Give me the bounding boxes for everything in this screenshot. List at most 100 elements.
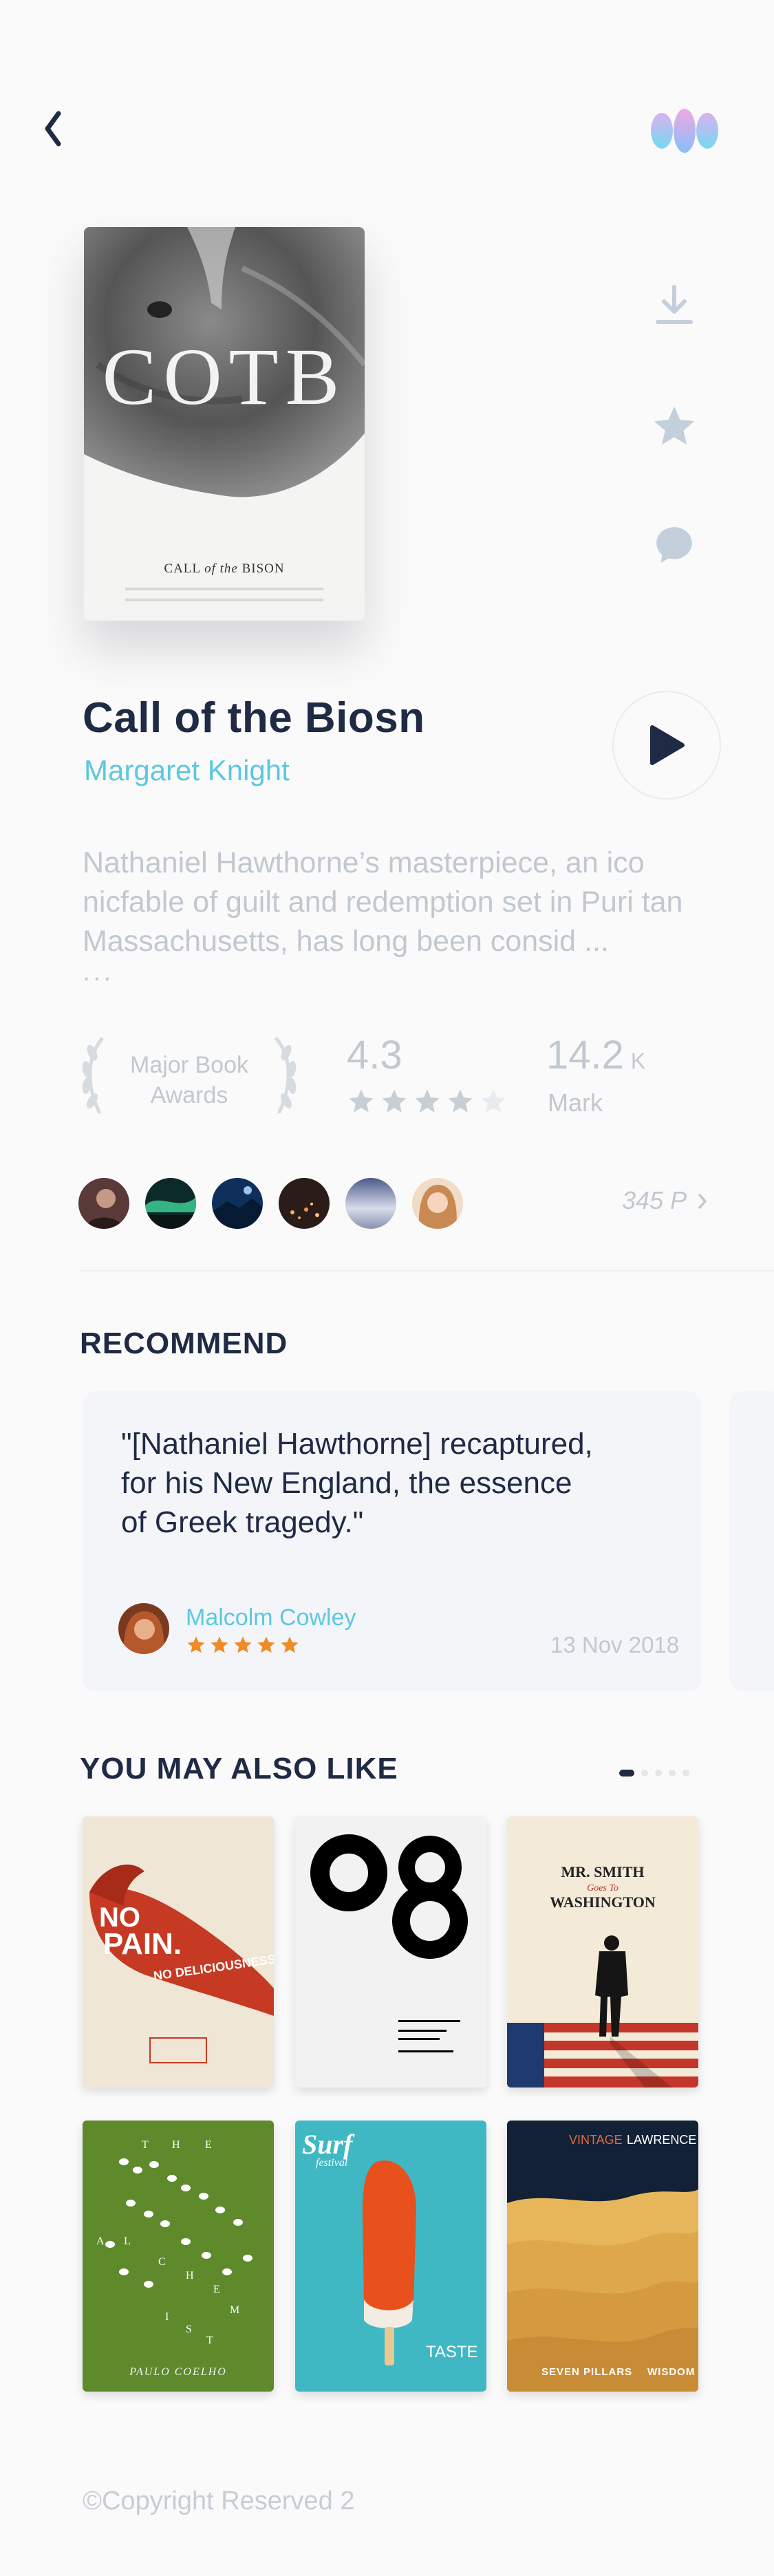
recommend-card-next[interactable] — [729, 1391, 774, 1691]
cover-subtitle-call: CALL — [164, 561, 201, 576]
chevron-left-icon — [45, 111, 61, 147]
recommend-quote-line: of Greek tragedy." — [121, 1505, 364, 1539]
carousel-pager[interactable] — [619, 1770, 689, 1777]
cover-subtitle-bison: BISON — [241, 561, 285, 576]
star-icon — [448, 1089, 473, 1113]
svg-text:E: E — [205, 2139, 212, 2151]
cover-text: VINTAGE — [569, 2133, 623, 2147]
star-icon — [382, 1089, 407, 1113]
reader-avatar[interactable] — [412, 1178, 463, 1229]
book-card[interactable]: VINTAGE LAWRENCE SEVEN PILLARS WISDOM — [507, 2121, 698, 2392]
book-description: Nathaniel Hawthorne’s masterpiece, an ic… — [83, 846, 683, 958]
cover-text: WASHINGTON — [550, 1893, 656, 1911]
recommend-title: RECOMMEND — [80, 1327, 288, 1360]
svg-text:E: E — [213, 2284, 220, 2295]
book-card[interactable]: Surf festival TASTE — [295, 2121, 486, 2392]
reader-avatar[interactable] — [78, 1178, 129, 1229]
comment-button[interactable] — [647, 517, 702, 572]
svg-text:C: C — [158, 2256, 166, 2268]
book-card[interactable]: NO PAIN. NO DELICIOUSNESS — [83, 1816, 274, 2087]
laurel-right-icon — [275, 1037, 297, 1114]
mark-label: Mark — [548, 1088, 603, 1117]
reviewer-avatar[interactable] — [118, 1603, 169, 1654]
star-icon — [257, 1636, 275, 1653]
award-label-line1: Major Book — [130, 1052, 248, 1078]
book-cover: COTB CALL of the BISON — [84, 227, 365, 621]
book-title: Call of the Biosn — [83, 694, 425, 742]
svg-text:H: H — [172, 2139, 180, 2151]
laurel-left-icon — [82, 1037, 104, 1114]
award-label-line2: Awards — [150, 1082, 228, 1108]
favorite-button[interactable] — [647, 399, 702, 454]
book-card[interactable]: MR. SMITH Goes To WASHINGTON — [507, 1816, 698, 2087]
svg-text:T: T — [142, 2139, 149, 2151]
book-card[interactable]: THE ALC HEM IST PAULO COELHO — [83, 2121, 274, 2392]
svg-text:M: M — [230, 2304, 239, 2316]
reviewer-name[interactable]: Malcolm Cowley — [186, 1604, 356, 1631]
star-icon — [481, 1089, 506, 1113]
reader-avatar[interactable] — [345, 1178, 396, 1229]
star-icon — [349, 1089, 374, 1113]
chevron-right-icon — [698, 1194, 707, 1209]
cover-text: WISDOM — [647, 2366, 695, 2378]
cover-text: SEVEN PILLARS — [541, 2366, 632, 2378]
star-icon — [415, 1089, 440, 1113]
star-icon — [211, 1636, 228, 1653]
svg-text:H: H — [186, 2270, 194, 2282]
pager-dot[interactable] — [682, 1770, 689, 1777]
recommend-quote-line: "[Nathaniel Hawthorne] recaptured, — [121, 1427, 593, 1461]
star-icon — [187, 1636, 205, 1653]
reader-avatar[interactable] — [145, 1178, 196, 1229]
recommend-quote: "[Nathaniel Hawthorne] recaptured, for h… — [121, 1424, 658, 1542]
pages-link[interactable]: 345 P — [622, 1186, 708, 1215]
svg-text:I: I — [165, 2311, 169, 2323]
mark-value: 14.2 K — [546, 1032, 645, 1078]
pager-dot[interactable] — [655, 1770, 662, 1777]
rating-value: 4.3 — [347, 1033, 402, 1077]
mark-value-number: 14.2 — [546, 1033, 624, 1077]
mark-value-unit: K — [630, 1049, 646, 1073]
play-icon — [650, 725, 685, 765]
star-icon — [234, 1636, 252, 1653]
read-more-button[interactable]: ... — [83, 956, 114, 987]
cover-text: MR. SMITH — [561, 1863, 645, 1880]
pager-dot[interactable] — [641, 1770, 648, 1777]
cover-subtitle-of: of the — [204, 561, 238, 576]
cover-text: PAULO COELHO — [129, 2366, 227, 2378]
cover-text: TASTE — [426, 2343, 478, 2361]
reader-avatar[interactable] — [212, 1178, 263, 1229]
comment-icon — [656, 527, 692, 563]
award-label: Major Book Awards — [117, 1050, 261, 1110]
copyright: ©Copyright Reserved 2 — [83, 2487, 355, 2515]
cover-subtitle: CALL of the BISON — [84, 561, 365, 577]
star-icon — [281, 1636, 299, 1653]
cover-text: Surf — [302, 2129, 355, 2160]
pager-dot[interactable] — [669, 1770, 676, 1777]
download-icon — [656, 285, 693, 324]
book-card[interactable] — [295, 1816, 486, 2087]
cover-text: LAWRENCE — [627, 2133, 696, 2147]
svg-text:A: A — [96, 2235, 105, 2247]
divider — [80, 1270, 774, 1271]
cover-text: festival — [316, 2157, 348, 2169]
cover-title: COTB — [102, 332, 347, 422]
also-like-title: YOU MAY ALSO LIKE — [80, 1752, 398, 1785]
svg-text:S: S — [186, 2323, 192, 2335]
recommend-quote-line: for his New England, the essence — [121, 1466, 572, 1500]
reviewer-stars — [186, 1635, 300, 1655]
reader-avatar[interactable] — [279, 1178, 330, 1229]
play-button[interactable] — [612, 691, 721, 799]
pages-count: 345 P — [622, 1186, 686, 1214]
rating-stars — [347, 1087, 508, 1116]
award-badge: Major Book Awards — [76, 1032, 303, 1121]
back-button[interactable] — [39, 105, 66, 153]
book-author[interactable]: Margaret Knight — [84, 754, 290, 787]
app-logo — [647, 103, 722, 158]
cover-text: Goes To — [587, 1883, 619, 1893]
download-button[interactable] — [647, 278, 702, 333]
recommend-card[interactable]: "[Nathaniel Hawthorne] recaptured, for h… — [83, 1391, 702, 1691]
cover-fine-print — [125, 588, 323, 590]
pager-dot[interactable] — [619, 1770, 634, 1777]
review-date: 13 Nov 2018 — [550, 1632, 680, 1657]
cover-text: PAIN. — [103, 1927, 182, 1961]
